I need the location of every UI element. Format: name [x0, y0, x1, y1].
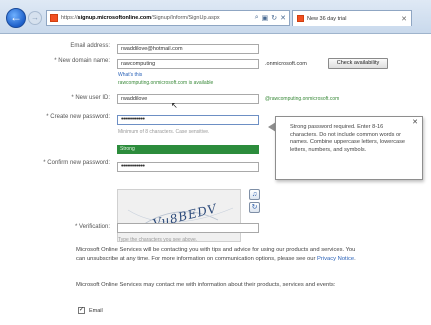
verification-label: * Verification: [74, 224, 110, 230]
password-requirements-tooltip: Strong password required. Enter 8-16 cha… [275, 116, 423, 180]
captcha-hint: Type the characters you see above. [118, 237, 198, 243]
search-icon[interactable]: ⌕ [255, 14, 259, 22]
email-consent-checkbox[interactable]: ✓ [78, 307, 85, 314]
confirm-password-label: * Confirm new password: [43, 160, 110, 166]
contact-info-paragraph: Microsoft Online Services will be contac… [76, 247, 356, 262]
close-icon[interactable]: ✕ [412, 119, 418, 127]
verification-field[interactable] [117, 223, 259, 233]
password-field[interactable]: •••••••••••• [117, 115, 259, 125]
captcha-image: Vu8BEDV [117, 189, 241, 242]
mouse-cursor-icon: ↖ [171, 101, 178, 110]
password-hint: Minimum of 8 characters. Case sensitive. [118, 129, 210, 135]
audio-captcha-icon[interactable]: ♫ [249, 189, 260, 200]
domain-suffix: .onmicrosoft.com [265, 61, 307, 67]
domain-available-text: rawcomputing.onmicrosoft.com is availabl… [118, 80, 214, 86]
domain-field[interactable]: rawcomputing [117, 59, 259, 69]
signup-page: Email address: rwaddilove@hotmail.com * … [0, 34, 431, 325]
password-label: * Create new password: [46, 114, 110, 120]
url-text[interactable]: https://signup.microsoftonline.com/Signu… [61, 15, 252, 21]
browser-tab[interactable]: New 36 day trial ✕ [292, 10, 412, 26]
tab-title: New 36 day trial [307, 15, 347, 22]
email-label: Email address: [70, 43, 110, 49]
site-favicon-icon [50, 14, 58, 22]
email-option-label: Email [89, 308, 103, 314]
refresh-captcha-icon[interactable]: ↻ [249, 202, 260, 213]
userid-field[interactable]: rwaddilove [117, 94, 259, 104]
userid-label: * New user ID: [71, 95, 110, 101]
back-arrow-icon[interactable]: ← [6, 8, 26, 28]
confirm-password-field[interactable]: •••••••••••• [117, 162, 259, 172]
domain-label: * New domain name: [54, 58, 110, 64]
tab-favicon-icon [297, 15, 304, 22]
check-availability-button[interactable]: Check availability [328, 58, 388, 69]
address-bar[interactable]: https://signup.microsoftonline.com/Signu… [46, 10, 290, 26]
lock-icon[interactable]: ▣ [262, 14, 269, 22]
whats-this-link[interactable]: What's this [118, 72, 142, 78]
tab-close-icon[interactable]: ✕ [401, 15, 407, 23]
password-strength-bar: Strong [117, 145, 259, 154]
privacy-notice-link[interactable]: Privacy Notice [317, 256, 354, 262]
browser-toolbar: ← → https://signup.microsoftonline.com/S… [0, 0, 431, 34]
tooltip-text: Strong password required. Enter 8-16 cha… [290, 124, 406, 153]
marketing-consent-paragraph: Microsoft Online Services may contact me… [76, 282, 336, 288]
forward-arrow-icon[interactable]: → [28, 11, 42, 25]
refresh-icon[interactable]: ↻ [271, 14, 277, 22]
close-icon[interactable]: ✕ [280, 14, 286, 22]
email-field[interactable]: rwaddilove@hotmail.com [117, 44, 259, 54]
userid-suffix: @rawcomputing.onmicrosoft.com [265, 96, 340, 102]
